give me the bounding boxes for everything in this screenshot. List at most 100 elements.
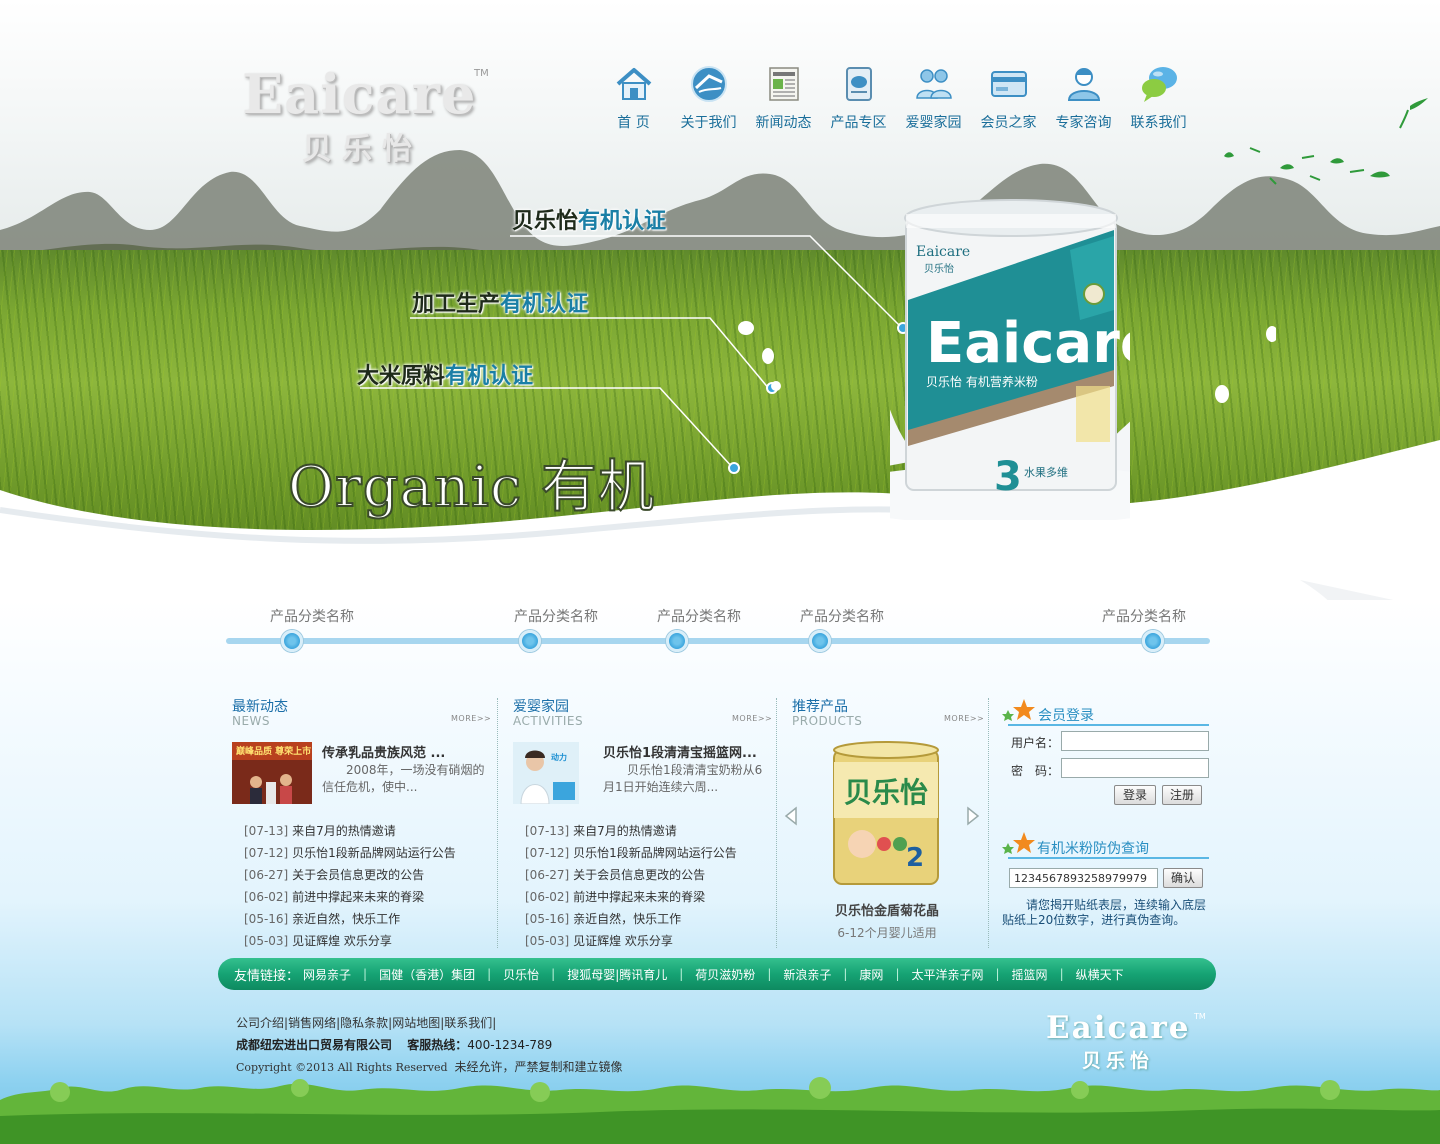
activities-list: [07-13] 来自7月的热情邀请 [07-12] 贝乐怡1段新品牌网站运行公告…	[525, 820, 775, 952]
carousel-prev-arrow-icon[interactable]	[784, 806, 798, 826]
nav-item-news[interactable]: 新闻动态	[746, 62, 821, 132]
products-section: 推荐产品 PRODUCTS MORE>> 贝乐怡 2 贝乐怡金盾菊花晶 6-12…	[784, 696, 984, 950]
category-dot[interactable]	[519, 630, 541, 652]
product-description: 6-12个月婴儿适用	[837, 926, 937, 940]
activities-feature-image-text: 动力	[551, 752, 567, 762]
verify-tip: 请您揭开贴纸表层，连续输入底层贴纸上20位数字，进行真伪查询。	[1002, 898, 1207, 927]
friend-link[interactable]: 新浪亲子	[783, 966, 831, 983]
activity-text: 关于会员信息更改的公告	[573, 868, 706, 882]
verify-code-input[interactable]	[1009, 868, 1158, 888]
activity-date: [07-12]	[525, 846, 570, 860]
claim-highlight: 有机认证	[578, 209, 667, 234]
activities-more-link[interactable]: MORE>>	[732, 714, 772, 723]
news-text: 关于会员信息更改的公告	[292, 868, 425, 882]
nav-label: 爱婴家园	[905, 115, 962, 131]
banner-slogan: Organic 有机	[287, 454, 656, 521]
column-divider	[776, 698, 777, 948]
list-item[interactable]: [05-03] 见证辉煌 欢乐分享	[525, 930, 775, 952]
login-underline	[1008, 724, 1209, 726]
link-separator: |	[843, 967, 848, 981]
friend-link[interactable]: 荷贝滋奶粉	[695, 966, 755, 983]
products-more-link[interactable]: MORE>>	[944, 714, 984, 723]
column-divider	[988, 698, 989, 948]
list-item[interactable]: [06-02] 前进中撑起来未来的脊梁	[244, 886, 494, 908]
list-item[interactable]: [05-16] 亲近自然，快乐工作	[244, 908, 494, 930]
news-text: 来自7月的热情邀请	[292, 824, 396, 838]
list-item[interactable]: [05-16] 亲近自然，快乐工作	[525, 908, 775, 930]
can-brand-cn-small: 贝乐怡	[924, 262, 954, 275]
claim-prefix: 加工生产	[412, 292, 501, 317]
friend-link[interactable]: 太平洋亲子网	[911, 966, 983, 983]
list-item[interactable]: [06-27] 关于会员信息更改的公告	[244, 864, 494, 886]
footer-logo-chinese: 贝乐怡	[1082, 1050, 1155, 1072]
activities-feature-title[interactable]: 贝乐怡1段清清宝摇篮网...	[603, 742, 757, 761]
footer-link[interactable]: 网站地图	[392, 1016, 440, 1030]
footer-link[interactable]: 隐私条款	[340, 1016, 388, 1030]
hotline-label: 客服热线：	[407, 1038, 468, 1052]
nav-item-family[interactable]: 爱婴家园	[896, 62, 971, 132]
nav-label: 新闻动态	[755, 115, 812, 131]
activities-title: 爱婴家园	[513, 699, 569, 715]
nav-item-contact[interactable]: 联系我们	[1121, 62, 1196, 132]
register-button[interactable]: 注册	[1162, 785, 1202, 805]
verify-confirm-button[interactable]: 确认	[1163, 868, 1203, 888]
friend-link[interactable]: 纵横天下	[1076, 966, 1124, 983]
list-item[interactable]: [05-03] 见证辉煌 欢乐分享	[244, 930, 494, 952]
nav-item-products[interactable]: 产品专区	[821, 62, 896, 132]
friend-link[interactable]: 贝乐怡	[503, 966, 539, 983]
news-section: 最新动态 NEWS MORE>> 巅峰品质 尊荣上市 传承乳品贵族风范 ... …	[232, 696, 491, 950]
claim-prefix: 贝乐怡	[512, 209, 579, 234]
nav-item-home[interactable]: 首 页	[596, 62, 671, 132]
nav-item-about[interactable]: 关于我们	[671, 62, 746, 132]
password-input[interactable]	[1061, 758, 1209, 778]
category-dot[interactable]	[666, 630, 688, 652]
product-name[interactable]: 贝乐怡金盾菊花晶	[792, 900, 982, 919]
category-label: 产品分类名称	[800, 609, 884, 625]
friend-link[interactable]: 网易亲子	[303, 966, 351, 983]
flying-leaves-decoration	[1224, 98, 1428, 185]
activity-text: 亲近自然，快乐工作	[573, 912, 682, 926]
list-item[interactable]: [06-02] 前进中撑起来未来的脊梁	[525, 886, 775, 908]
carousel-next-arrow-icon[interactable]	[966, 806, 980, 826]
footer-link[interactable]: 公司介绍	[236, 1016, 284, 1030]
logo-english: Eaicare	[242, 62, 477, 126]
nav-item-member[interactable]: 会员之家	[971, 62, 1046, 132]
footer-link[interactable]: 联系我们	[444, 1016, 492, 1030]
footer-link[interactable]: 销售网络	[288, 1016, 336, 1030]
news-text: 见证辉煌 欢乐分享	[292, 934, 392, 948]
logo-chinese: 贝乐怡	[302, 132, 422, 167]
list-item[interactable]: [07-12] 贝乐怡1段新品牌网站运行公告	[525, 842, 775, 864]
category-dot[interactable]	[281, 630, 303, 652]
news-more-link[interactable]: MORE>>	[451, 714, 491, 723]
username-input[interactable]	[1061, 731, 1209, 751]
activities-section: 爱婴家园 ACTIVITIES MORE>> 动力 贝乐怡1段清清宝摇篮网...…	[513, 696, 772, 950]
list-item[interactable]: [07-12] 贝乐怡1段新品牌网站运行公告	[244, 842, 494, 864]
friend-link[interactable]: 康网	[859, 966, 883, 983]
nav-item-expert[interactable]: 专家咨询	[1046, 62, 1121, 132]
news-feature-title[interactable]: 传承乳品贵族风范 ...	[322, 742, 445, 761]
category-dot[interactable]	[809, 630, 831, 652]
list-item[interactable]: [07-13] 来自7月的热情邀请	[525, 820, 775, 842]
products-title: 推荐产品	[792, 699, 848, 715]
list-item[interactable]: [07-13] 来自7月的热情邀请	[244, 820, 494, 842]
activity-text: 来自7月的热情邀请	[573, 824, 677, 838]
friend-link[interactable]: 国健（香港）集团	[379, 966, 475, 983]
news-feature-image[interactable]: 巅峰品质 尊荣上市	[232, 742, 312, 804]
news-feature[interactable]: 巅峰品质 尊荣上市 传承乳品贵族风范 ... 2008年，一场没有硝烟的信任危机…	[232, 742, 492, 812]
friend-link[interactable]: 摇篮网	[1012, 966, 1048, 983]
login-button[interactable]: 登录	[1114, 785, 1156, 805]
friend-link[interactable]: 搜狐母婴|腾讯育儿	[567, 966, 667, 983]
activities-feature[interactable]: 动力 贝乐怡1段清清宝摇篮网... 贝乐怡1段清清宝奶粉从6月1日开始连续六周.…	[513, 742, 773, 812]
brand-logo[interactable]: Eaicare TM 贝乐怡	[242, 62, 502, 167]
activities-feature-image[interactable]: 动力	[513, 742, 579, 804]
list-item[interactable]: [06-27] 关于会员信息更改的公告	[525, 864, 775, 886]
category-label: 产品分类名称	[1102, 609, 1186, 625]
nav-label: 会员之家	[980, 115, 1037, 131]
product-image[interactable]: 贝乐怡 2	[832, 740, 940, 888]
star-icon	[1002, 832, 1035, 854]
family-icon	[915, 69, 952, 99]
activity-date: [05-16]	[525, 912, 570, 926]
category-dot[interactable]	[1142, 630, 1164, 652]
banner-claim-processing: 加工生产有机认证	[412, 286, 588, 318]
grass-border	[0, 1077, 1440, 1144]
